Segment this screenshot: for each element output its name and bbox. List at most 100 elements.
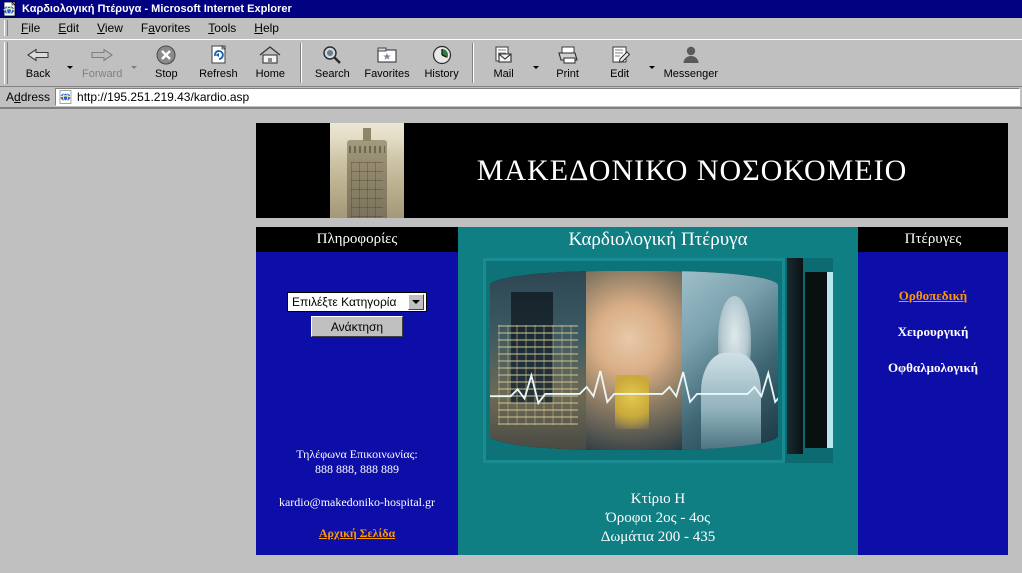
- edit-dropdown-button[interactable]: [646, 48, 658, 86]
- category-select[interactable]: Επιλέξτε Κατηγορία: [287, 292, 427, 312]
- messenger-person-icon: [678, 43, 704, 67]
- mail-button[interactable]: Mail: [478, 40, 530, 86]
- montage-panes: [490, 271, 778, 450]
- medical-montage-image: [483, 258, 833, 463]
- refresh-button[interactable]: Refresh: [192, 40, 244, 86]
- address-label: Address: [6, 90, 51, 104]
- toolbar-separator: [471, 43, 474, 83]
- menu-edit[interactable]: Edit: [49, 19, 88, 37]
- site-banner: ΜΑΚΕΔΟΝΙΚΟ ΝΟΣΟΚΟΜΕΙΟ: [256, 123, 1008, 218]
- info-sidebar: Πληροφορίες Επιλέξτε Κατηγορία Ανάκτηση …: [256, 227, 458, 555]
- page-columns: Πληροφορίες Επιλέξτε Κατηγορία Ανάκτηση …: [256, 227, 1008, 555]
- favorites-button[interactable]: Favorites: [358, 40, 415, 86]
- ward-link-orthopedic[interactable]: Ορθοπεδική: [899, 288, 967, 303]
- window-title: Καρδιολογική Πτέρυγα - Microsoft Interne…: [22, 3, 292, 15]
- search-icon: [320, 43, 344, 67]
- tower-texture: [351, 162, 383, 218]
- menu-favorites[interactable]: Favorites: [132, 19, 199, 37]
- search-button[interactable]: Search: [306, 40, 358, 86]
- forward-button[interactable]: Forward: [76, 40, 128, 86]
- browser-toolbar: Back Forward Stop Refresh Home Search Fa…: [0, 39, 1022, 87]
- ie-document-icon: [2, 1, 18, 17]
- back-button[interactable]: Back: [12, 40, 64, 86]
- toolbar-separator: [300, 43, 303, 83]
- menu-tools[interactable]: Tools: [199, 19, 245, 37]
- hospital-name: ΜΑΚΕΔΟΝΙΚΟ ΝΟΣΟΚΟΜΕΙΟ: [476, 153, 908, 187]
- menu-view[interactable]: View: [88, 19, 132, 37]
- home-page-link[interactable]: Αρχική Σελίδα: [319, 526, 395, 541]
- menu-grip[interactable]: [4, 20, 8, 36]
- retrieve-button[interactable]: Ανάκτηση: [311, 316, 403, 337]
- title-bar: Καρδιολογική Πτέρυγα - Microsoft Interne…: [0, 0, 1022, 18]
- history-clock-icon: [430, 43, 454, 67]
- refresh-icon: [206, 43, 230, 67]
- surgeons-photo: [682, 271, 778, 450]
- white-tower-photo: [330, 123, 404, 218]
- wards-sidebar: Πτέρυγες Ορθοπεδική Χειρουργική Οφθαλμολ…: [858, 227, 1008, 555]
- messenger-button[interactable]: Messenger: [658, 40, 724, 86]
- menu-bar: File Edit View Favorites Tools Help: [0, 18, 1022, 39]
- forward-dropdown-button[interactable]: [128, 48, 140, 86]
- address-url: http://195.251.219.43/kardio.asp: [77, 90, 250, 104]
- ward-item-surgery: Χειρουργική: [897, 324, 969, 339]
- hospital-building-photo: [490, 271, 586, 450]
- menu-help[interactable]: Help: [245, 19, 288, 37]
- building-info: Κτίριο Η: [630, 491, 686, 507]
- info-sidebar-header: Πληροφορίες: [256, 227, 458, 252]
- ward-item-ophthalmology: Οφθαλμολογική: [887, 360, 979, 375]
- web-page: ΜΑΚΕΔΟΝΙΚΟ ΝΟΣΟΚΟΜΕΙΟ Πληροφορίες Επιλέξ…: [256, 123, 1008, 555]
- edit-button[interactable]: Edit: [594, 40, 646, 86]
- wards-list: Ορθοπεδική Χειρουργική Οφθαλμολογική: [858, 288, 1008, 396]
- edit-label: Edit: [610, 68, 630, 80]
- address-bar: Address http://195.251.219.43/kardio.asp: [0, 87, 1022, 108]
- chevron-down-icon: [67, 65, 73, 69]
- mail-label: Mail: [493, 68, 514, 80]
- floors-info: Όροφοι 2ος - 4ος: [605, 510, 711, 526]
- home-button[interactable]: Home: [244, 40, 296, 86]
- category-form: Επιλέξτε Κατηγορία Ανάκτηση: [256, 292, 458, 337]
- print-button[interactable]: Print: [542, 40, 594, 86]
- back-arrow-icon: [25, 43, 51, 67]
- chevron-down-icon[interactable]: [408, 294, 424, 310]
- montage-light-bar: [805, 272, 833, 448]
- montage-frame: [483, 258, 785, 463]
- messenger-label: Messenger: [663, 68, 719, 80]
- history-button[interactable]: History: [416, 40, 468, 86]
- home-icon: [257, 43, 283, 67]
- toolbar-grip[interactable]: [4, 42, 8, 84]
- edit-pencil-icon: [607, 43, 633, 67]
- stop-label: Stop: [155, 68, 178, 80]
- forward-label: Forward: [82, 68, 123, 80]
- mail-dropdown-button[interactable]: [530, 48, 542, 86]
- chevron-down-icon: [131, 65, 138, 69]
- favorites-folder-icon: [374, 43, 400, 67]
- contact-info: Τηλέφωνα Επικοινωνίας: 888 888, 888 889 …: [256, 447, 458, 541]
- printer-icon: [555, 43, 581, 67]
- page-viewport: ΜΑΚΕΔΟΝΙΚΟ ΝΟΣΟΚΟΜΕΙΟ Πληροφορίες Επιλέξ…: [0, 108, 1022, 564]
- ie-page-icon: [58, 90, 74, 104]
- contact-email: kardio@makedoniko-hospital.gr: [278, 495, 436, 509]
- history-label: History: [424, 68, 459, 80]
- phone-label: Τηλέφωνα Επικοινωνίας:: [296, 447, 418, 461]
- refresh-label: Refresh: [199, 68, 238, 80]
- mail-icon: [491, 43, 517, 67]
- stop-icon: [154, 43, 178, 67]
- ward-title: Καρδιολογική Πτέρυγα: [568, 227, 748, 252]
- forward-arrow-icon: [89, 43, 115, 67]
- child-patient-photo: [586, 271, 682, 450]
- back-label: Back: [25, 68, 51, 80]
- montage-dark-bar: [787, 258, 803, 454]
- main-content: Καρδιολογική Πτέρυγα Κτίριο Η Όροφοι 2ος…: [458, 227, 858, 555]
- chevron-down-icon: [532, 65, 539, 69]
- menu-file[interactable]: File: [12, 19, 49, 37]
- rooms-info: Δωμάτια 200 - 435: [600, 529, 716, 545]
- back-dropdown-button[interactable]: [64, 48, 76, 86]
- ward-item-orthopedic[interactable]: Ορθοπεδική: [858, 288, 1008, 304]
- stop-button[interactable]: Stop: [140, 40, 192, 86]
- print-label: Print: [556, 68, 579, 80]
- location-info: Κτίριο Η Όροφοι 2ος - 4ος Δωμάτια 200 - …: [601, 490, 716, 547]
- favorites-label: Favorites: [364, 68, 410, 80]
- address-input[interactable]: http://195.251.219.43/kardio.asp: [55, 88, 1020, 106]
- chevron-down-icon: [648, 65, 655, 69]
